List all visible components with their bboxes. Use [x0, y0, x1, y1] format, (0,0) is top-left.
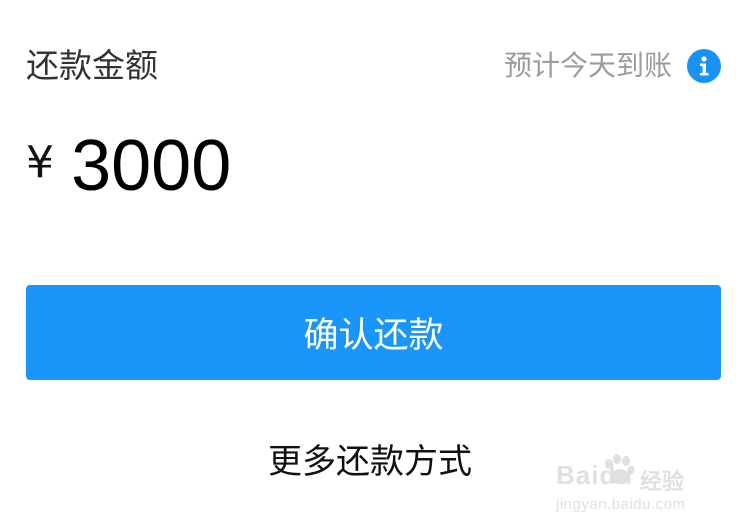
baidu-jingyan-watermark: Baidu 经验 jingyan.baidu.com	[554, 450, 704, 525]
amount-header-row: 还款金额 预计今天到账	[0, 40, 740, 92]
confirm-repayment-button[interactable]: 确认还款	[26, 285, 721, 380]
paw-icon	[600, 452, 636, 492]
amount-display: ¥ 3000	[26, 128, 231, 208]
info-icon[interactable]	[687, 49, 721, 83]
arrival-estimate-text: 预计今天到账	[503, 49, 672, 82]
amount-value: 3000	[71, 126, 232, 206]
repayment-amount-label: 还款金额	[26, 46, 158, 85]
watermark-url: jingyan.baidu.com	[556, 496, 686, 513]
watermark-cn: 经验	[640, 470, 685, 495]
currency-symbol: ¥	[26, 136, 54, 188]
